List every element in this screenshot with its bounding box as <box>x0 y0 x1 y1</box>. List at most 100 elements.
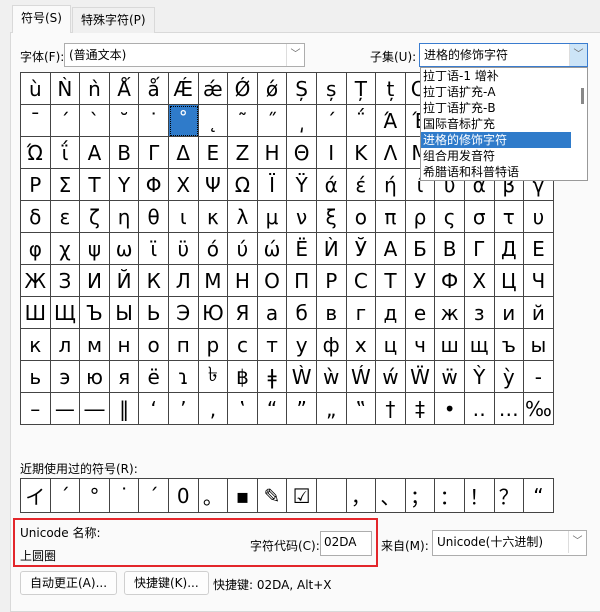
symbol-cell[interactable]: σ <box>464 201 495 233</box>
symbol-cell[interactable]: ф <box>316 329 347 361</box>
symbol-cell[interactable]: ц <box>376 329 406 361</box>
symbol-cell[interactable]: • <box>435 393 465 425</box>
symbol-cell[interactable]: δ <box>21 201 51 233</box>
recent-symbol-cell[interactable]: ´ <box>139 479 169 513</box>
symbol-cell[interactable]: ˝ <box>257 105 288 137</box>
symbol-cell[interactable]: н <box>109 329 140 361</box>
symbol-cell[interactable]: ǹ <box>80 73 110 105</box>
symbol-cell[interactable]: Ц <box>494 265 525 297</box>
symbol-cell[interactable]: Я <box>228 297 258 329</box>
recent-symbol-cell[interactable]: 。 <box>198 479 229 513</box>
symbol-cell[interactable]: η <box>109 201 140 233</box>
symbol-cell[interactable]: ৳ <box>198 361 229 393</box>
symbol-cell[interactable]: Ρ <box>21 169 51 201</box>
symbol-cell[interactable]: ζ <box>80 201 110 233</box>
symbol-cell[interactable]: κ <box>198 201 229 233</box>
symbol-cell[interactable]: ά <box>316 169 347 201</box>
from-select[interactable]: Unicode(十六进制) ﹀ <box>432 530 587 556</box>
symbol-cell[interactable]: х <box>346 329 377 361</box>
symbol-cell[interactable]: Ы <box>109 297 140 329</box>
symbol-cell[interactable]: Ю <box>198 297 229 329</box>
symbol-cell[interactable]: ю <box>80 361 110 393</box>
symbol-cell[interactable]: Ъ <box>80 297 110 329</box>
symbol-cell[interactable]: у <box>287 329 317 361</box>
recent-symbol-cell[interactable]: ☑ <box>287 479 317 513</box>
symbol-cell[interactable]: Σ <box>50 169 81 201</box>
recent-symbol-cell[interactable]: ▪ <box>228 479 258 513</box>
subset-dropdown-list[interactable]: 拉丁语-1 增补 拉丁语扩充-A 拉丁语扩充-B 国际音标扩充 进格的修饰字符 组合用发音… <box>420 67 588 181</box>
symbol-cell[interactable]: Ε <box>198 137 229 169</box>
symbol-cell[interactable]: Ф <box>435 265 465 297</box>
symbol-cell[interactable]: ‐ <box>524 361 554 393</box>
symbol-cell[interactable]: м <box>80 329 110 361</box>
symbol-cell[interactable]: Р <box>316 265 347 297</box>
symbol-cell[interactable]: В <box>435 233 465 265</box>
symbol-cell[interactable]: Г <box>464 233 495 265</box>
symbol-cell[interactable]: ͵ <box>287 105 317 137</box>
symbol-cell[interactable]: ϊ <box>139 233 169 265</box>
recent-symbol-cell[interactable]: 、 <box>376 479 406 513</box>
symbol-cell[interactable]: ε <box>50 201 81 233</box>
symbol-cell[interactable]: ь <box>21 361 51 393</box>
symbol-cell[interactable]: μ <box>257 201 288 233</box>
symbol-cell[interactable]: ъ <box>494 329 525 361</box>
symbol-cell[interactable]: Ж <box>21 265 51 297</box>
symbol-cell[interactable]: Ζ <box>228 137 258 169</box>
symbol-cell[interactable]: ώ <box>257 233 288 265</box>
symbol-cell[interactable]: г <box>346 297 377 329</box>
symbol-cell[interactable]: ù <box>21 73 51 105</box>
symbol-cell[interactable]: ‘ <box>139 393 169 425</box>
symbol-cell[interactable]: Д <box>494 233 525 265</box>
symbol-cell[interactable]: Э <box>168 297 199 329</box>
symbol-cell[interactable]: ш <box>435 329 465 361</box>
recent-symbol-cell[interactable]: ˊ <box>50 479 81 513</box>
symbol-cell[interactable]: ξ <box>316 201 347 233</box>
symbol-cell[interactable]: Т <box>376 265 406 297</box>
symbol-cell[interactable]: ˜ <box>228 105 258 137</box>
symbol-cell[interactable]: ẁ <box>316 361 347 393</box>
symbol-cell[interactable]: ẅ <box>435 361 465 393</box>
symbol-cell[interactable]: ΄ <box>316 105 347 137</box>
symbol-cell[interactable]: Ψ <box>198 169 229 201</box>
shortcut-key-button[interactable]: 快捷键(K)... <box>124 571 209 595</box>
symbol-cell[interactable]: Α <box>80 137 110 169</box>
symbol-cell[interactable]: Ь <box>139 297 169 329</box>
tab-symbols[interactable]: 符号(S) <box>12 5 71 33</box>
symbol-cell[interactable]: М <box>198 265 229 297</box>
symbol-cell[interactable]: э <box>50 361 81 393</box>
symbol-cell[interactable]: з <box>464 297 495 329</box>
symbol-cell[interactable]: й <box>524 297 554 329</box>
symbol-cell[interactable]: Ϋ <box>287 169 317 201</box>
symbol-cell[interactable]: ― <box>80 393 110 425</box>
symbol-cell[interactable]: ˙ <box>139 105 169 137</box>
symbol-cell[interactable]: ‥ <box>464 393 495 425</box>
autocorrect-button[interactable]: 自动更正(A)... <box>20 571 118 595</box>
symbol-cell[interactable]: А <box>376 233 406 265</box>
symbol-cell[interactable]: Н <box>228 265 258 297</box>
symbol-cell[interactable]: т <box>257 329 288 361</box>
symbol-cell[interactable]: ˘ <box>109 105 140 137</box>
recent-symbol-cell[interactable]: 0 <box>168 479 199 513</box>
symbol-cell[interactable]: Θ <box>287 137 317 169</box>
recent-symbol-cell[interactable]: イ <box>21 479 51 513</box>
symbol-cell[interactable]: π <box>376 201 406 233</box>
symbol-cell[interactable]: а <box>257 297 288 329</box>
symbol-cell[interactable]: ‖ <box>109 393 140 425</box>
symbol-cell[interactable]: П <box>287 265 317 297</box>
symbol-cell[interactable]: λ <box>228 201 258 233</box>
symbol-cell[interactable]: τ <box>494 201 525 233</box>
symbol-cell[interactable]: „ <box>316 393 347 425</box>
symbol-cell[interactable]: φ <box>21 233 51 265</box>
symbol-cell[interactable]: Ǽ <box>168 73 199 105</box>
symbol-cell[interactable]: Ǿ <box>228 73 258 105</box>
symbol-cell[interactable]: ύ <box>228 233 258 265</box>
subset-option[interactable]: 拉丁语-1 增补 <box>421 68 571 84</box>
chevron-down-icon[interactable]: ﹀ <box>569 44 587 66</box>
symbol-cell[interactable]: Χ <box>168 169 199 201</box>
symbol-cell[interactable]: ˋ <box>80 105 110 137</box>
symbol-cell[interactable]: щ <box>464 329 495 361</box>
symbol-cell[interactable]: Ǻ <box>109 73 140 105</box>
symbol-cell[interactable]: к <box>21 329 51 361</box>
recent-symbol-cell[interactable]: ？ <box>494 479 525 513</box>
symbol-cell[interactable]: Ț <box>346 73 377 105</box>
